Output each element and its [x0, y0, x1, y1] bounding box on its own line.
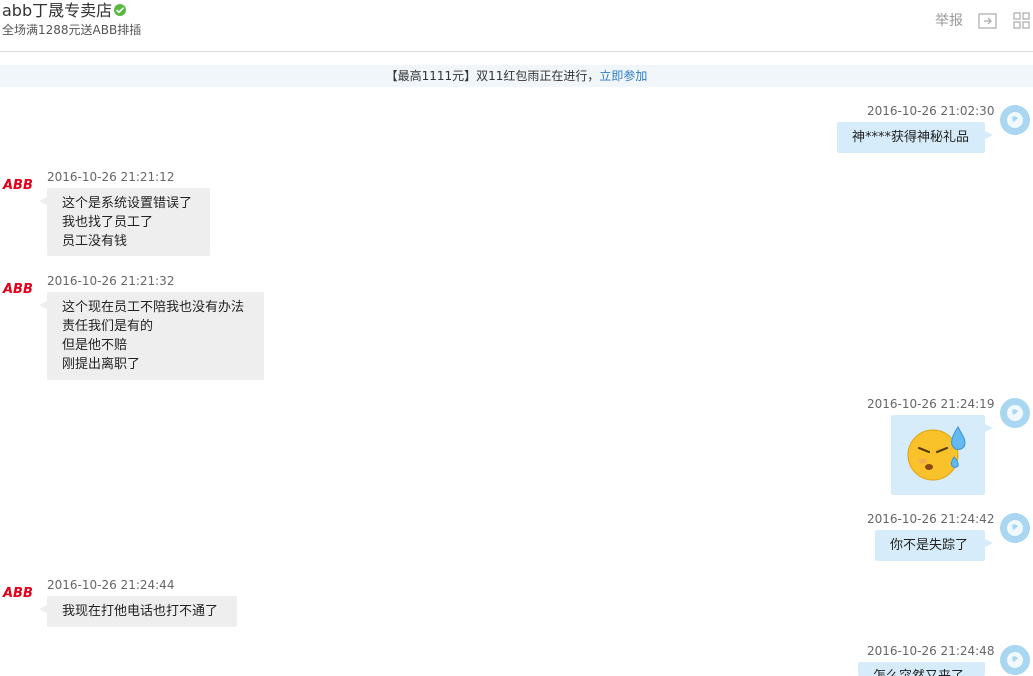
message-text: 神****获得神秘礼品	[852, 130, 970, 145]
shop-name[interactable]: abb丁晟专卖店	[2, 0, 127, 22]
export-icon[interactable]	[978, 12, 998, 34]
message-bubble[interactable]: 我现在打他电话也打不通了	[39, 596, 237, 627]
promo-banner: 【最高1111元】双11红包雨正在进行，立即参加	[0, 65, 1033, 87]
message-text: 我也找了员工了	[62, 215, 154, 230]
message-bubble[interactable]: 神****获得神秘礼品	[837, 122, 993, 153]
message-time: 2016-10-26 21:21:32	[47, 274, 175, 288]
join-link[interactable]: 立即参加	[599, 69, 647, 83]
message-text: 你不是失踪了	[890, 538, 969, 553]
message-bubble[interactable]: 这个是系统设置错误了 我也找了员工了 员工没有钱	[39, 188, 210, 256]
shop-name-text: abb丁晟专卖店	[2, 1, 113, 20]
message-time: 2016-10-26 21:02:30	[867, 104, 995, 118]
message-text: 这个现在员工不陪我也没有办法	[62, 300, 245, 315]
user-avatar[interactable]	[1000, 513, 1030, 543]
grid-icon[interactable]	[1013, 12, 1031, 34]
banner-text: 【最高1111元】双11红包雨正在进行，	[385, 69, 600, 83]
sweat-face-emoji-icon	[907, 426, 966, 481]
message-time: 2016-10-26 21:24:48	[867, 644, 995, 658]
message-bubble[interactable]	[891, 415, 993, 495]
seller-avatar[interactable]: ABB	[3, 587, 33, 601]
message-bubble[interactable]: 这个现在员工不陪我也没有办法 责任我们是有的 但是他不赔 刚提出离职了	[39, 292, 264, 380]
message-bubble[interactable]: 怎么突然又来了	[858, 662, 985, 676]
message-time: 2016-10-26 21:24:19	[867, 397, 995, 411]
seller-avatar[interactable]: ABB	[3, 179, 33, 193]
message-text: 责任我们是有的	[62, 319, 154, 334]
message-bubble[interactable]: 你不是失踪了	[875, 530, 993, 561]
verified-icon	[114, 3, 127, 16]
message-text: 但是他不赔	[62, 338, 128, 353]
message-text: 刚提出离职了	[62, 357, 141, 372]
message-time: 2016-10-26 21:24:44	[47, 578, 175, 592]
message-text: 怎么突然又来了	[873, 667, 970, 676]
user-avatar[interactable]	[1000, 398, 1030, 428]
message-text: 这个是系统设置错误了	[62, 196, 193, 211]
message-time: 2016-10-26 21:21:12	[47, 170, 175, 184]
user-avatar[interactable]	[1000, 105, 1030, 135]
seller-avatar[interactable]: ABB	[3, 283, 33, 297]
report-button[interactable]: 举报	[935, 12, 963, 30]
shop-promo: 全场满1288元送ABB排插	[2, 23, 142, 37]
message-time: 2016-10-26 21:24:42	[867, 512, 995, 526]
message-text: 我现在打他电话也打不通了	[62, 604, 219, 619]
message-text: 员工没有钱	[62, 234, 128, 249]
user-avatar[interactable]	[1000, 645, 1030, 675]
chat-header: abb丁晟专卖店 全场满1288元送ABB排插 举报	[0, 0, 1033, 52]
